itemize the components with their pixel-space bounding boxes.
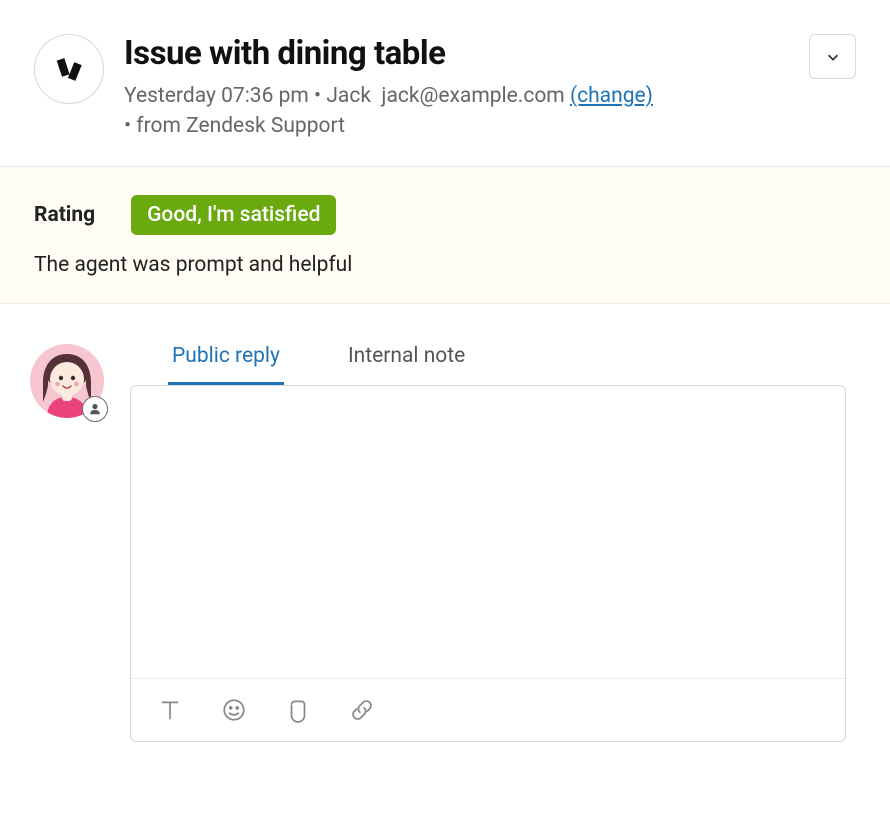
rating-panel: Rating Good, I'm satisfied The agent was…: [0, 166, 890, 304]
source-prefix: • from: [124, 114, 186, 138]
app-avatar: [34, 34, 104, 104]
link-button[interactable]: [347, 695, 377, 725]
attachment-button[interactable]: [283, 695, 313, 725]
reply-editor: [130, 385, 846, 742]
tab-internal-note[interactable]: Internal note: [344, 344, 469, 385]
reply-textarea[interactable]: [131, 386, 845, 678]
reply-composer: Public reply Internal note: [0, 304, 890, 742]
rating-comment: The agent was prompt and helpful: [34, 253, 856, 277]
ticket-meta: Yesterday 07:36 pm • Jack jack@example.c…: [124, 81, 856, 142]
tab-public-reply[interactable]: Public reply: [168, 344, 284, 385]
editor-toolbar: [131, 678, 845, 741]
link-icon: [349, 697, 375, 723]
paperclip-icon: [285, 697, 311, 723]
ticket-timestamp: Yesterday 07:36 pm: [124, 84, 309, 108]
ticket-source: Zendesk Support: [186, 114, 345, 138]
ticket-header: Issue with dining table Yesterday 07:36 …: [0, 0, 890, 166]
ticket-actions-dropdown[interactable]: [809, 34, 856, 79]
agent-avatar: [30, 344, 104, 418]
rating-label: Rating: [34, 203, 95, 227]
emoji-icon: [221, 697, 247, 723]
text-format-button[interactable]: [155, 695, 185, 725]
ticket-email: jack@example.com: [381, 84, 564, 108]
chevron-down-icon: [826, 50, 840, 64]
ticket-author: Jack: [326, 84, 371, 108]
text-icon: [157, 697, 183, 723]
meta-sep: •: [309, 84, 327, 108]
composer-tabs: Public reply Internal note: [130, 344, 856, 385]
app-logo-icon: [53, 53, 85, 85]
person-icon: [88, 402, 102, 416]
rating-badge: Good, I'm satisfied: [131, 195, 336, 235]
ticket-title: Issue with dining table: [124, 34, 856, 73]
emoji-button[interactable]: [219, 695, 249, 725]
change-email-link[interactable]: (change): [570, 84, 653, 108]
agent-role-badge: [82, 396, 108, 422]
